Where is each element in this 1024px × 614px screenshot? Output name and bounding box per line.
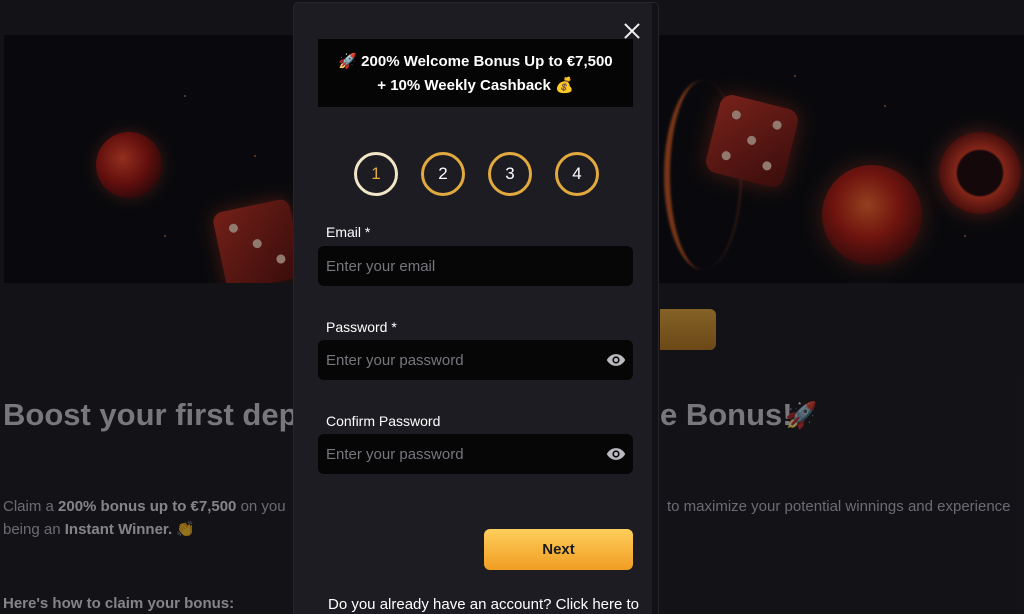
step-2[interactable]: 2 [421,152,465,196]
modal-scrollbar[interactable] [652,3,658,614]
signup-modal: 🚀 200% Welcome Bonus Up to €7,500 + 10% … [294,3,658,614]
email-field[interactable] [318,246,633,286]
step-1[interactable]: 1 [354,152,398,196]
confirm-password-field-wrapper [318,434,633,474]
step-4[interactable]: 4 [555,152,599,196]
next-button[interactable]: Next [484,529,633,570]
password-field-wrapper [318,340,633,380]
password-label: Password * [326,319,397,335]
confirm-password-field[interactable] [318,434,633,474]
promo-banner: 🚀 200% Welcome Bonus Up to €7,500 + 10% … [318,39,633,107]
email-label: Email * [326,224,371,240]
login-link[interactable]: Do you already have an account? Click he… [328,596,639,613]
promo-line1: 🚀 200% Welcome Bonus Up to €7,500 [338,53,613,70]
eye-icon[interactable] [606,351,626,369]
step-3[interactable]: 3 [488,152,532,196]
email-field-wrapper [318,246,633,286]
eye-icon[interactable] [606,445,626,463]
password-field[interactable] [318,340,633,380]
step-indicator: 1 2 3 4 [354,152,599,196]
promo-line2: + 10% Weekly Cashback 💰 [377,77,574,94]
confirm-password-label: Confirm Password [326,413,441,429]
